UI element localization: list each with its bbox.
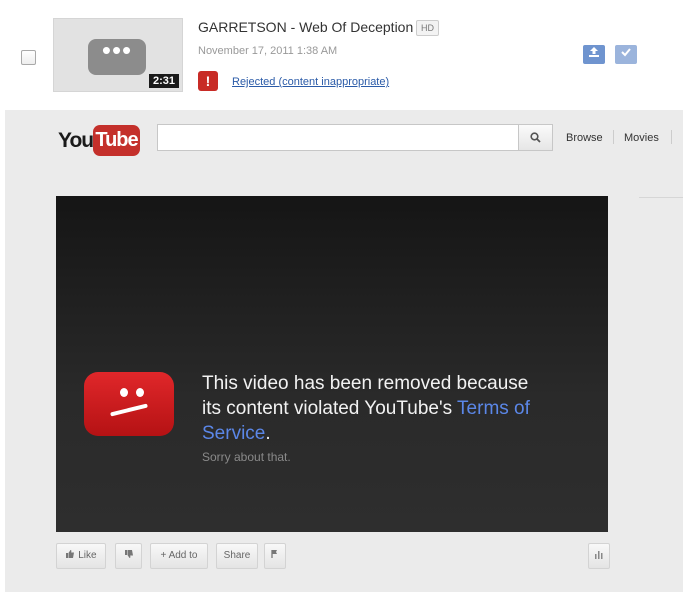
search-icon — [530, 132, 541, 143]
duration-badge: 2:31 — [148, 74, 179, 88]
message-line2: its content violated YouTube's — [202, 398, 453, 419]
search-input[interactable] — [157, 124, 519, 151]
processing-dots-icon: ••• — [88, 37, 146, 75]
thumbs-up-icon — [66, 550, 75, 558]
action-bar: Like + Add to Share — [56, 543, 610, 573]
upload-icon[interactable] — [583, 45, 605, 64]
like-button[interactable]: Like — [56, 543, 106, 569]
nav-movies[interactable]: Movies — [624, 132, 659, 144]
like-label: Like — [78, 550, 97, 561]
logo-tube-text: Tube — [93, 125, 140, 156]
mouth — [110, 403, 148, 417]
stats-icon — [595, 551, 603, 559]
removed-message: This video has been removed because its … — [202, 371, 592, 446]
video-player[interactable]: This video has been removed because its … — [56, 196, 608, 532]
nav-divider — [671, 130, 672, 144]
select-checkbox[interactable] — [21, 50, 36, 65]
hd-badge: HD — [416, 20, 439, 36]
stats-button[interactable] — [588, 543, 610, 569]
thumbs-down-icon — [124, 550, 133, 558]
message-line1: This video has been removed because — [202, 373, 529, 394]
message-period: . — [265, 423, 271, 444]
flag-icon — [271, 550, 277, 558]
status-link[interactable]: Rejected (content inappropriate) — [232, 76, 389, 88]
video-title[interactable]: GARRETSON - Web Of Deception — [198, 19, 413, 35]
video-thumbnail[interactable]: ••• 2:31 — [53, 18, 183, 92]
check-icon[interactable] — [615, 45, 637, 64]
youtube-page: You Tube Browse Movies This video has be… — [5, 110, 683, 592]
add-to-button[interactable]: + Add to — [150, 543, 208, 569]
dislike-button[interactable] — [115, 543, 142, 569]
search-button[interactable] — [518, 124, 553, 151]
sorry-text: Sorry about that. — [202, 450, 291, 464]
alert-icon: ! — [198, 71, 218, 91]
nav-browse[interactable]: Browse — [566, 132, 603, 144]
logo-you-text: You — [58, 129, 94, 152]
nav-divider — [613, 130, 614, 144]
eye-left — [120, 388, 128, 397]
flag-button[interactable] — [264, 543, 286, 569]
eye-right — [136, 388, 144, 397]
sidebar-divider — [639, 197, 683, 198]
upload-row: ••• 2:31 GARRETSON - Web Of Deception HD… — [0, 0, 683, 108]
upload-date: November 17, 2011 1:38 AM — [198, 45, 338, 57]
sad-face-icon — [84, 372, 174, 436]
share-button[interactable]: Share — [216, 543, 258, 569]
